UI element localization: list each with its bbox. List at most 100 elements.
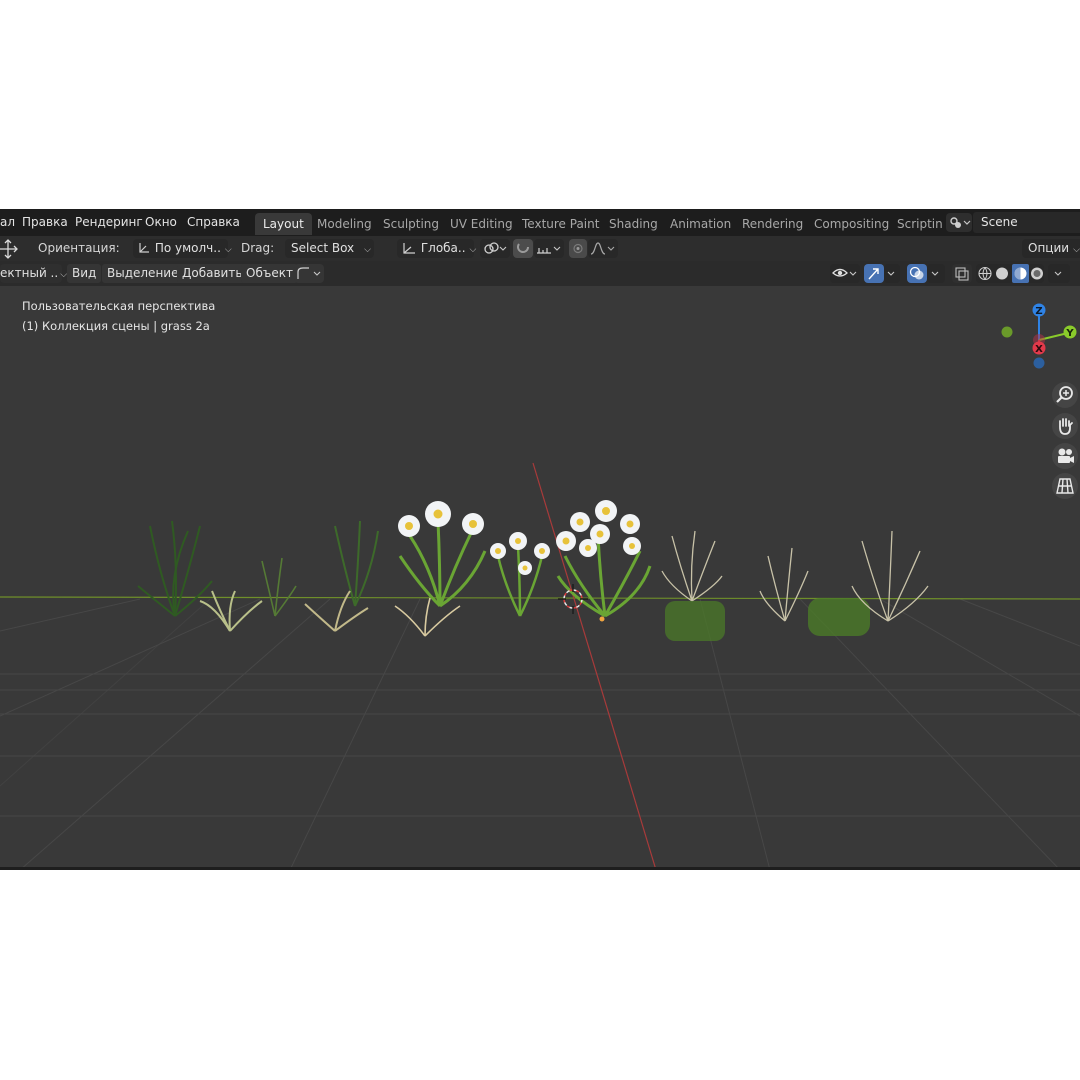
snap-increment-icon xyxy=(537,246,561,254)
falloff-curve-icon xyxy=(590,242,615,255)
green-grass-block xyxy=(665,601,725,641)
object-mode-dropdown[interactable]: ектный .. ⌵ xyxy=(0,264,67,283)
rendered-shading-icon[interactable] xyxy=(1031,267,1043,280)
chevron-down-icon xyxy=(887,271,895,276)
green-grass-block-2 xyxy=(808,598,870,636)
chevron-down-icon: ⌵ xyxy=(224,245,232,255)
curve-icon xyxy=(297,267,321,279)
wireframe-shading-icon[interactable] xyxy=(978,266,992,281)
visibility-dropdown[interactable] xyxy=(830,264,860,283)
tab-rendering[interactable]: Rendering xyxy=(734,213,811,235)
gizmo-y-handle[interactable]: Y xyxy=(1063,325,1077,340)
gizmo-x-label: X xyxy=(1035,344,1043,355)
add-menu[interactable]: Добавить xyxy=(177,264,248,283)
shading-mode-icons xyxy=(978,264,1043,283)
chevron-down-icon xyxy=(931,271,939,276)
viewport-info: Пользовательская перспектива (1) Коллекц… xyxy=(22,296,215,336)
scene-name-field[interactable]: Scene xyxy=(973,212,1080,233)
thin-grass-clump xyxy=(261,557,297,617)
orientation-dropdown[interactable]: По умолч.. ⌵ xyxy=(133,239,232,258)
shading-modes xyxy=(976,264,1044,283)
tab-scripting[interactable]: Scriptin xyxy=(889,213,951,235)
collection-label: (1) Коллекция сцены | grass 2a xyxy=(22,319,210,333)
zoom-button[interactable] xyxy=(1052,382,1078,408)
chevron-down-icon: ⌵ xyxy=(60,270,68,280)
falloff-dropdown[interactable] xyxy=(588,239,618,258)
tab-sculpting[interactable]: Sculpting xyxy=(375,213,447,235)
grid-floor xyxy=(0,598,1080,870)
options-dropdown[interactable]: Опции ⌵ xyxy=(1022,239,1080,258)
bottom-edge xyxy=(0,867,1080,870)
gizmo-toggle[interactable] xyxy=(864,264,884,283)
orientation-icon xyxy=(139,243,149,253)
gizmo-neg-y[interactable] xyxy=(1001,326,1013,338)
menu-window[interactable]: Окно xyxy=(145,215,177,229)
hand-icon xyxy=(1059,418,1073,435)
eye-icon xyxy=(832,268,857,277)
orientation-value: По умолч.. xyxy=(154,241,221,255)
gizmo-neg-z[interactable] xyxy=(1033,357,1045,369)
options-label: Опции xyxy=(1028,241,1070,255)
perspective-label: Пользовательская перспектива xyxy=(22,299,216,313)
plume-grass-clump-2 xyxy=(759,547,809,622)
transform-affect-button[interactable] xyxy=(294,264,324,283)
grid-perspective-icon xyxy=(1056,478,1074,494)
camera-icon xyxy=(1058,448,1074,463)
object-origin xyxy=(599,616,605,622)
tab-uv-editing[interactable]: UV Editing xyxy=(442,213,521,235)
menu-edit[interactable]: Правка xyxy=(22,215,68,229)
camera-view-button[interactable] xyxy=(1052,443,1078,469)
drag-dropdown[interactable]: Select Box ⌵ xyxy=(285,239,374,258)
menu-help[interactable]: Справка xyxy=(187,215,240,229)
chevron-down-icon: ⌵ xyxy=(469,245,477,255)
viewport-scene xyxy=(0,462,1080,870)
grass-clumps xyxy=(137,500,929,641)
tab-texture-paint[interactable]: Texture Paint xyxy=(514,213,607,235)
proportional-editing-toggle[interactable] xyxy=(569,239,587,258)
snap-target-button[interactable] xyxy=(534,239,564,258)
proportional-editing-icon xyxy=(573,243,583,254)
plume-grass-clump xyxy=(661,530,723,602)
tab-shading[interactable]: Shading xyxy=(601,213,666,235)
overlays-toggle[interactable] xyxy=(907,264,927,283)
pan-button[interactable] xyxy=(1052,413,1078,439)
object-mode-value: ектный .. xyxy=(0,266,59,280)
tab-compositing[interactable]: Compositing xyxy=(806,213,897,235)
select-menu[interactable]: Выделение xyxy=(102,264,184,283)
3d-viewport[interactable]: Пользовательская перспектива (1) Коллекц… xyxy=(0,286,1080,870)
xray-toggle[interactable] xyxy=(952,264,972,283)
gizmo-dropdown[interactable] xyxy=(884,264,900,283)
move-tool-icon[interactable] xyxy=(0,238,22,260)
top-bar: ал Правка Рендеринг Окно Справка Layout … xyxy=(0,209,1080,236)
gizmo-y-label: Y xyxy=(1065,328,1074,339)
shading-dropdown[interactable] xyxy=(1048,264,1070,283)
snap-toggle[interactable] xyxy=(513,239,533,258)
overlays-dropdown[interactable] xyxy=(927,264,945,283)
material-preview-icon[interactable] xyxy=(1014,267,1027,280)
gizmo-z-handle[interactable]: Z xyxy=(1032,303,1046,318)
transform-orientation-dropdown[interactable]: Глоба.. ⌵ xyxy=(397,239,477,258)
perspective-toggle-button[interactable] xyxy=(1052,473,1078,499)
scene-selector-button[interactable] xyxy=(946,213,972,232)
orientation-label: Ориентация: xyxy=(38,241,120,255)
object-menu[interactable]: Объект xyxy=(241,264,298,283)
navigation-gizmo[interactable]: Z Y X xyxy=(995,298,1080,383)
menu-render[interactable]: Рендеринг xyxy=(75,215,143,229)
tab-animation[interactable]: Animation xyxy=(662,213,739,235)
pivot-point-button[interactable] xyxy=(480,239,510,258)
menu-file[interactable]: ал xyxy=(0,215,15,229)
tab-layout[interactable]: Layout xyxy=(255,213,312,235)
scene-icon xyxy=(950,217,971,228)
chevron-down-icon: ⌵ xyxy=(1073,245,1080,255)
solid-shading-icon[interactable] xyxy=(996,267,1008,280)
transform-orientation-value: Глоба.. xyxy=(420,241,466,255)
drag-value: Select Box xyxy=(291,241,355,255)
pivot-point-icon xyxy=(484,242,507,254)
gizmo-x-handle[interactable]: X xyxy=(1032,341,1046,356)
view-menu[interactable]: Вид xyxy=(67,264,102,283)
tool-settings-bar: Ориентация: По умолч.. ⌵ Drag: Select Box… xyxy=(0,236,1080,261)
daisy-clump xyxy=(394,501,487,637)
small-daisy-clump xyxy=(490,532,550,617)
chevron-down-icon xyxy=(1054,271,1062,276)
tab-modeling[interactable]: Modeling xyxy=(309,213,380,235)
